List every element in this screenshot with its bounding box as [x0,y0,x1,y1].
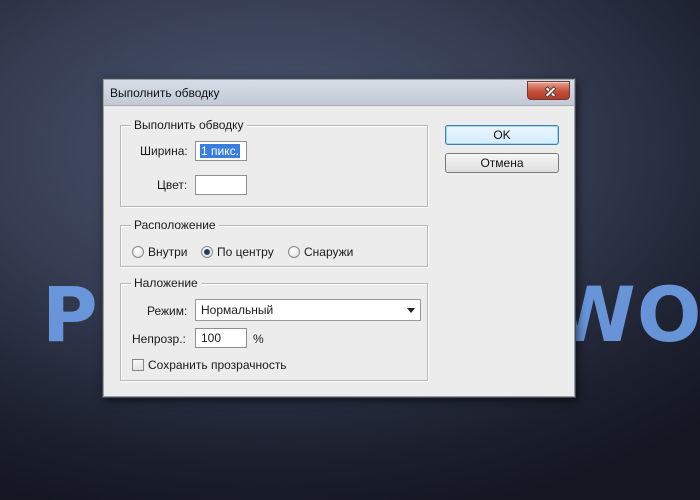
radio-inside-label[interactable]: Внутри [148,245,188,259]
radio-outside-label[interactable]: Снаружи [304,245,353,259]
radio-inside[interactable] [132,246,144,258]
dialog-titlebar[interactable]: Выполнить обводку [104,80,574,106]
stroke-group: Выполнить обводку Ширина: 1 пикс. Цвет: [120,118,428,207]
width-value: 1 пикс. [200,144,240,158]
mode-label: Режим: [147,304,188,318]
color-label: Цвет: [157,178,188,192]
width-field[interactable]: 1 пикс. [195,141,247,161]
width-label: Ширина: [140,144,188,158]
close-icon[interactable] [527,81,570,100]
mode-value: Нормальный [201,303,274,317]
dialog-body: Выполнить обводку Ширина: 1 пикс. Цвет: … [104,107,574,396]
radio-center[interactable] [201,246,213,258]
stroke-group-label: Выполнить обводку [131,118,247,132]
ok-button[interactable]: OK [445,125,559,145]
location-group: Расположение Внутри По центру Снаружи [120,218,428,267]
preserve-transparency-label[interactable]: Сохранить прозрачность [148,358,287,372]
color-swatch[interactable] [195,175,247,195]
mode-select[interactable]: Нормальный [195,299,421,321]
dialog-title: Выполнить обводку [110,86,220,100]
radio-outside[interactable] [288,246,300,258]
cancel-button[interactable]: Отмена [445,153,559,173]
opacity-label: Непрозр.: [132,332,186,346]
opacity-value: 100 [201,331,222,345]
opacity-unit: % [253,332,264,346]
location-group-label: Расположение [131,218,219,232]
preserve-transparency-checkbox[interactable] [132,359,144,371]
canvas-text-left: P [42,270,99,359]
dropdown-arrow-icon[interactable] [407,308,415,313]
opacity-input[interactable]: 100 [195,328,247,348]
blending-group: Наложение Режим: Нормальный Непрозр.: 10… [120,276,428,381]
radio-center-label[interactable]: По центру [217,245,274,259]
stroke-dialog: Выполнить обводку Выполнить обводку Шири… [102,78,576,398]
blending-group-label: Наложение [131,276,201,290]
